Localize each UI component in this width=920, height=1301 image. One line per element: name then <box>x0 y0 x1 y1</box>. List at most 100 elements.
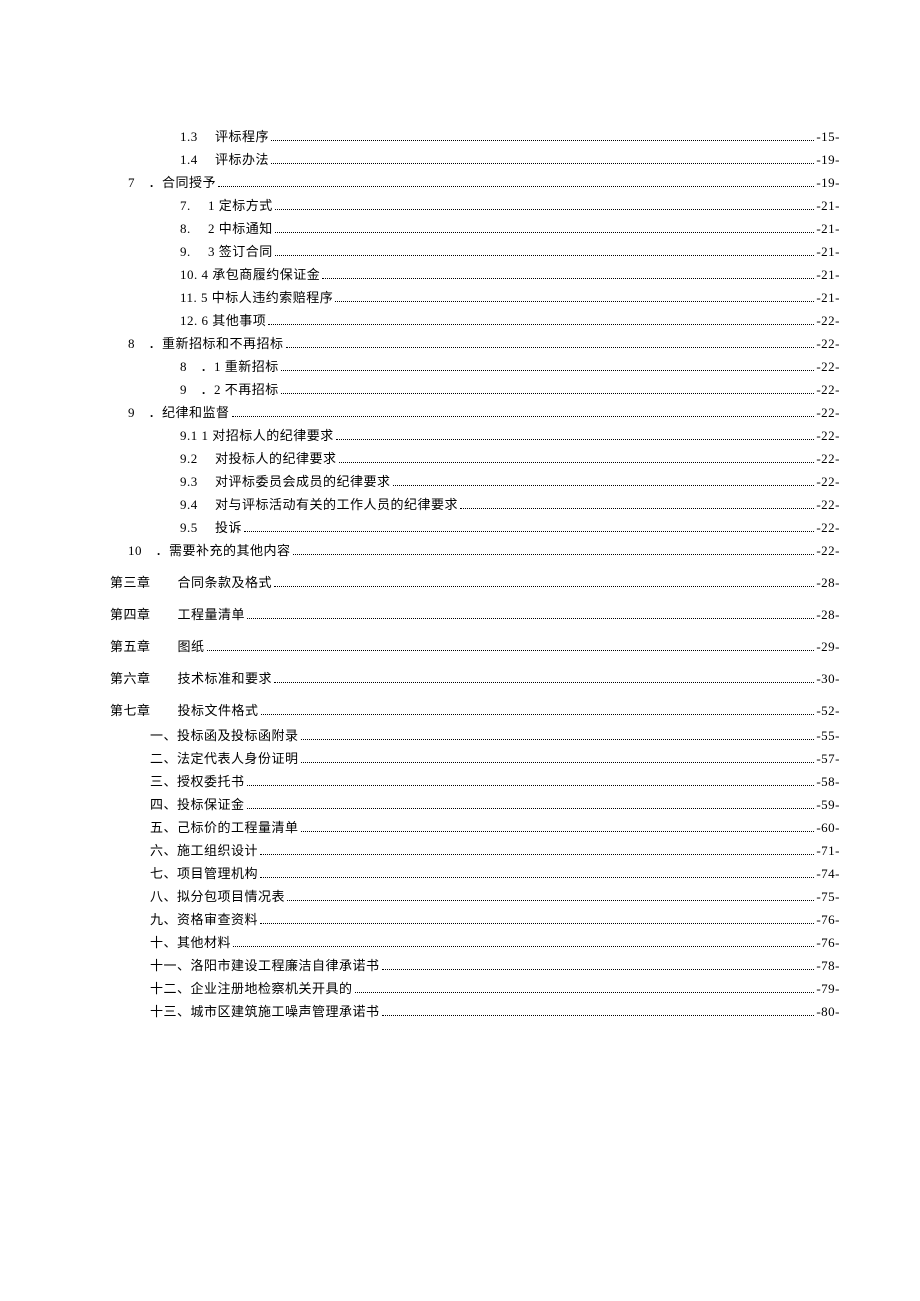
toc-dots <box>247 808 815 809</box>
toc-dots <box>286 347 815 348</box>
toc-entry: 10. 4 承包商履约保证金 -21- <box>110 268 840 282</box>
toc-label: 10 ．需要补充的其他内容 <box>128 544 291 557</box>
toc-dots <box>271 163 814 164</box>
chapter-label: 第四章 工程量清单 <box>110 608 245 621</box>
toc-label: 9.2 对投标人的纪律要求 <box>180 452 337 465</box>
toc-dots <box>274 682 814 683</box>
toc-entry: 8 ．重新招标和不再招标 -22- <box>110 337 840 351</box>
toc-dots <box>268 324 814 325</box>
toc-label: 十、其他材料 <box>150 936 231 949</box>
toc-label: 二、法定代表人身份证明 <box>150 752 299 765</box>
chapter-entry: 第六章 技术标准和要求 -30- <box>110 672 840 686</box>
toc-entry: 六、施工组织设计 -71- <box>150 844 840 858</box>
toc-entry: 二、法定代表人身份证明 -57- <box>150 752 840 766</box>
toc-label: 12. 6 其他事项 <box>180 314 266 327</box>
toc-page: -21- <box>816 199 840 212</box>
toc-page: -19- <box>816 153 840 166</box>
toc-entry: 五、己标价的工程量清单 -60- <box>150 821 840 835</box>
toc-label: 九、资格审查资料 <box>150 913 258 926</box>
toc-label: 9. 3 签订合同 <box>180 245 273 258</box>
toc-page: -28- <box>816 576 840 589</box>
chapter-entry: 第七章 投标文件格式 -52- <box>110 704 840 718</box>
toc-dots <box>287 900 814 901</box>
toc-label: 8. 2 中标通知 <box>180 222 273 235</box>
toc-label: 7 ．合同授予 <box>128 176 216 189</box>
toc-container: 1.3 评标程序 -15- 1.4 评标办法 -19- 7 ．合同授予 -19-… <box>110 130 840 1019</box>
toc-page: -22- <box>816 498 840 511</box>
toc-entry: 十三、城市区建筑施工噪声管理承诺书 -80- <box>150 1005 840 1019</box>
toc-page: -22- <box>816 360 840 373</box>
toc-entry: 八、拟分包项目情况表 -75- <box>150 890 840 904</box>
toc-label: 十三、城市区建筑施工噪声管理承诺书 <box>150 1005 380 1018</box>
chapter-label: 第三章 合同条款及格式 <box>110 576 272 589</box>
toc-label: 五、己标价的工程量清单 <box>150 821 299 834</box>
toc-page: -22- <box>816 429 840 442</box>
toc-dots <box>301 831 815 832</box>
toc-entry: 1.3 评标程序 -15- <box>110 130 840 144</box>
toc-page: -57- <box>816 752 840 765</box>
toc-entry: 七、项目管理机构 -74- <box>150 867 840 881</box>
chapter-7-subitems: 一、投标函及投标函附录 -55- 二、法定代表人身份证明 -57- 三、授权委托… <box>110 729 840 1019</box>
toc-page: -76- <box>816 936 840 949</box>
toc-page: -22- <box>816 521 840 534</box>
toc-dots <box>207 650 815 651</box>
toc-label: 一、投标函及投标函附录 <box>150 729 299 742</box>
toc-entry: 12. 6 其他事项 -22- <box>110 314 840 328</box>
toc-page: -21- <box>816 222 840 235</box>
toc-entry: 三、授权委托书 -58- <box>150 775 840 789</box>
chapter-entry: 第三章 合同条款及格式 -28- <box>110 576 840 590</box>
toc-dots <box>281 370 815 371</box>
toc-dots <box>247 785 815 786</box>
toc-dots <box>301 762 815 763</box>
toc-dots <box>355 992 815 993</box>
toc-entry: 1.4 评标办法 -19- <box>110 153 840 167</box>
toc-page: -22- <box>816 314 840 327</box>
toc-label: 9.3 对评标委员会成员的纪律要求 <box>180 475 391 488</box>
toc-entry: 十二、企业注册地检察机关开具的 -79- <box>150 982 840 996</box>
toc-dots <box>336 439 815 440</box>
toc-page: -22- <box>816 452 840 465</box>
toc-label: 9.4 对与评标活动有关的工作人员的纪律要求 <box>180 498 458 511</box>
toc-dots <box>233 946 814 947</box>
toc-dots <box>260 854 814 855</box>
toc-page: -75- <box>816 890 840 903</box>
chapter-entry: 第四章 工程量清单 -28- <box>110 608 840 622</box>
toc-dots <box>382 1015 815 1016</box>
toc-label: 7. 1 定标方式 <box>180 199 273 212</box>
toc-dots <box>260 923 814 924</box>
toc-label: 9.5 投诉 <box>180 521 242 534</box>
toc-page: -28- <box>816 608 840 621</box>
toc-page: -74- <box>816 867 840 880</box>
toc-dots <box>301 739 815 740</box>
toc-dots <box>393 485 815 486</box>
toc-label: 9.1 1 对招标人的纪律要求 <box>180 429 334 442</box>
toc-entry: 9.2 对投标人的纪律要求 -22- <box>110 452 840 466</box>
toc-label: 10. 4 承包商履约保证金 <box>180 268 320 281</box>
toc-page: -19- <box>816 176 840 189</box>
toc-dots <box>271 140 814 141</box>
toc-page: -21- <box>816 291 840 304</box>
toc-dots <box>460 508 814 509</box>
toc-label: 1.4 评标办法 <box>180 153 269 166</box>
toc-label: 8 ．1 重新招标 <box>180 360 279 373</box>
toc-entry: 9.1 1 对招标人的纪律要求 -22- <box>110 429 840 443</box>
toc-entry: 9.4 对与评标活动有关的工作人员的纪律要求 -22- <box>110 498 840 512</box>
toc-dots <box>218 186 814 187</box>
toc-dots <box>247 618 814 619</box>
toc-label: 9 ．2 不再招标 <box>180 383 279 396</box>
toc-label: 1.3 评标程序 <box>180 130 269 143</box>
toc-page: -29- <box>816 640 840 653</box>
toc-label: 9 ．纪律和监督 <box>128 406 230 419</box>
toc-entry: 11. 5 中标人违约索赔程序 -21- <box>110 291 840 305</box>
toc-section-top: 1.3 评标程序 -15- 1.4 评标办法 -19- 7 ．合同授予 -19-… <box>110 130 840 558</box>
toc-entry: 9.5 投诉 -22- <box>110 521 840 535</box>
toc-label: 十一、洛阳市建设工程廉洁自律承诺书 <box>150 959 380 972</box>
toc-page: -21- <box>816 245 840 258</box>
toc-label: 八、拟分包项目情况表 <box>150 890 285 903</box>
toc-entry: 9 ．纪律和监督 -22- <box>110 406 840 420</box>
toc-label: 8 ．重新招标和不再招标 <box>128 337 284 350</box>
chapter-label: 第五章 图纸 <box>110 640 205 653</box>
toc-dots <box>281 393 815 394</box>
toc-page: -22- <box>816 337 840 350</box>
toc-dots <box>275 232 815 233</box>
